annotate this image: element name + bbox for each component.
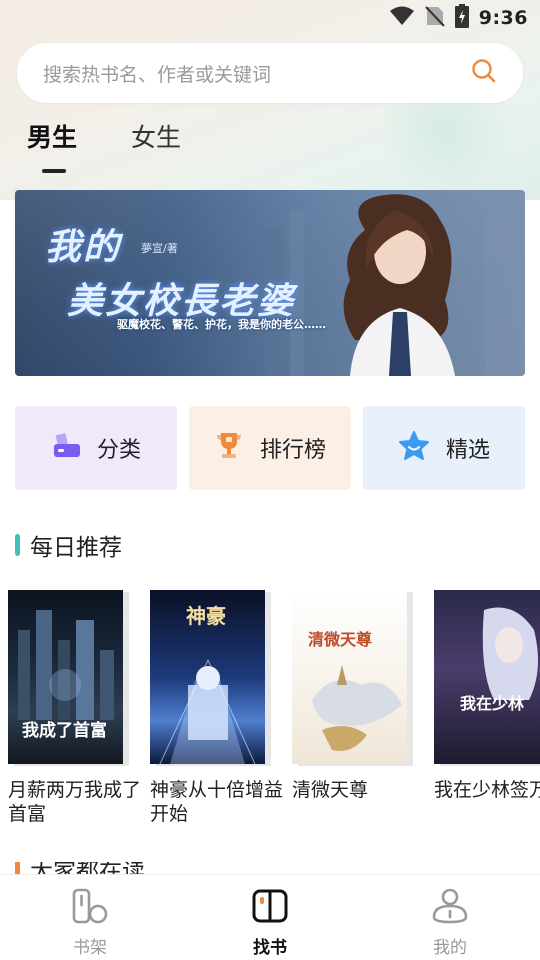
book-title[interactable]: 月薪两万我成了首富 <box>8 778 143 826</box>
nav-profile[interactable]: 我的 <box>400 887 500 958</box>
bottom-nav: 书架 找书 我的 <box>0 874 540 960</box>
nav-profile-label: 我的 <box>433 938 467 958</box>
battery-icon <box>454 4 469 32</box>
profile-icon <box>431 887 469 929</box>
cover-title: 我在少林 <box>460 694 525 713</box>
nav-find-book[interactable]: 找书 <box>220 887 320 958</box>
trophy-icon <box>214 430 244 466</box>
book-item[interactable]: 我成了首富 月薪两万我成了首富 <box>8 590 141 826</box>
daily-section-title: 每日推荐 <box>30 535 122 561</box>
featured-button[interactable]: 精选 <box>363 406 525 490</box>
ranking-label: 排行榜 <box>259 438 326 463</box>
status-bar: 9:36 <box>0 0 540 36</box>
book-cover[interactable]: 神豪 <box>150 590 265 764</box>
book-item[interactable]: 我在少林 我在少林签万年 <box>434 590 540 826</box>
cover-title: 我成了首富 <box>22 721 107 741</box>
book-title[interactable]: 神豪从十倍增益开始 <box>150 778 285 826</box>
book-title[interactable]: 我在少林签万年 <box>434 778 540 802</box>
quick-links: 分类 排行榜 精选 <box>15 406 525 490</box>
wifi-icon <box>389 6 415 30</box>
daily-section-header: 每日推荐 <box>15 528 122 562</box>
promo-banner[interactable]: 我的 美女校長老婆 夢宣/著 驱魔校花、警花、护花，我是你的老公…… <box>15 190 525 376</box>
gender-tabs: 男生 女生 <box>27 118 181 176</box>
nav-find-book-label: 找书 <box>253 938 287 958</box>
daily-books: 我成了首富 月薪两万我成了首富 神豪 神豪从十倍增益开始 清微天尊 清微天尊 我… <box>8 590 540 826</box>
cover-title: 清微天尊 <box>308 630 373 649</box>
ranking-button[interactable]: 排行榜 <box>189 406 351 490</box>
no-sim-icon <box>425 5 445 31</box>
search-bar[interactable]: 搜索热书名、作者或关键词 <box>17 43 523 103</box>
book-item[interactable]: 神豪 神豪从十倍增益开始 <box>150 590 283 826</box>
section-accent <box>15 534 20 556</box>
nav-bookshelf[interactable]: 书架 <box>40 887 140 958</box>
nav-bookshelf-label: 书架 <box>73 938 107 958</box>
tab-female[interactable]: 女生 <box>131 118 181 176</box>
find-book-icon <box>251 887 289 929</box>
banner-tagline: 驱魔校花、警花、护花，我是你的老公…… <box>117 318 326 331</box>
tab-male[interactable]: 男生 <box>27 118 77 176</box>
book-cover[interactable]: 我在少林 <box>434 590 540 764</box>
book-cover[interactable]: 我成了首富 <box>8 590 123 764</box>
search-input[interactable]: 搜索热书名、作者或关键词 <box>43 60 471 87</box>
featured-label: 精选 <box>445 438 490 463</box>
star-icon <box>398 430 430 466</box>
clock: 9:36 <box>478 7 528 29</box>
banner-title: 我的 美女校長老婆 <box>45 218 295 324</box>
category-button[interactable]: 分类 <box>15 406 177 490</box>
book-item[interactable]: 清微天尊 清微天尊 <box>292 590 407 826</box>
search-icon[interactable] <box>471 58 497 88</box>
category-label: 分类 <box>96 438 141 463</box>
banner-author: 夢宣/著 <box>141 242 178 255</box>
bookshelf-icon <box>71 887 109 929</box>
book-title[interactable]: 清微天尊 <box>292 778 427 802</box>
cover-title: 神豪 <box>186 604 226 628</box>
book-cover[interactable]: 清微天尊 <box>292 590 407 764</box>
category-icon <box>51 430 81 466</box>
